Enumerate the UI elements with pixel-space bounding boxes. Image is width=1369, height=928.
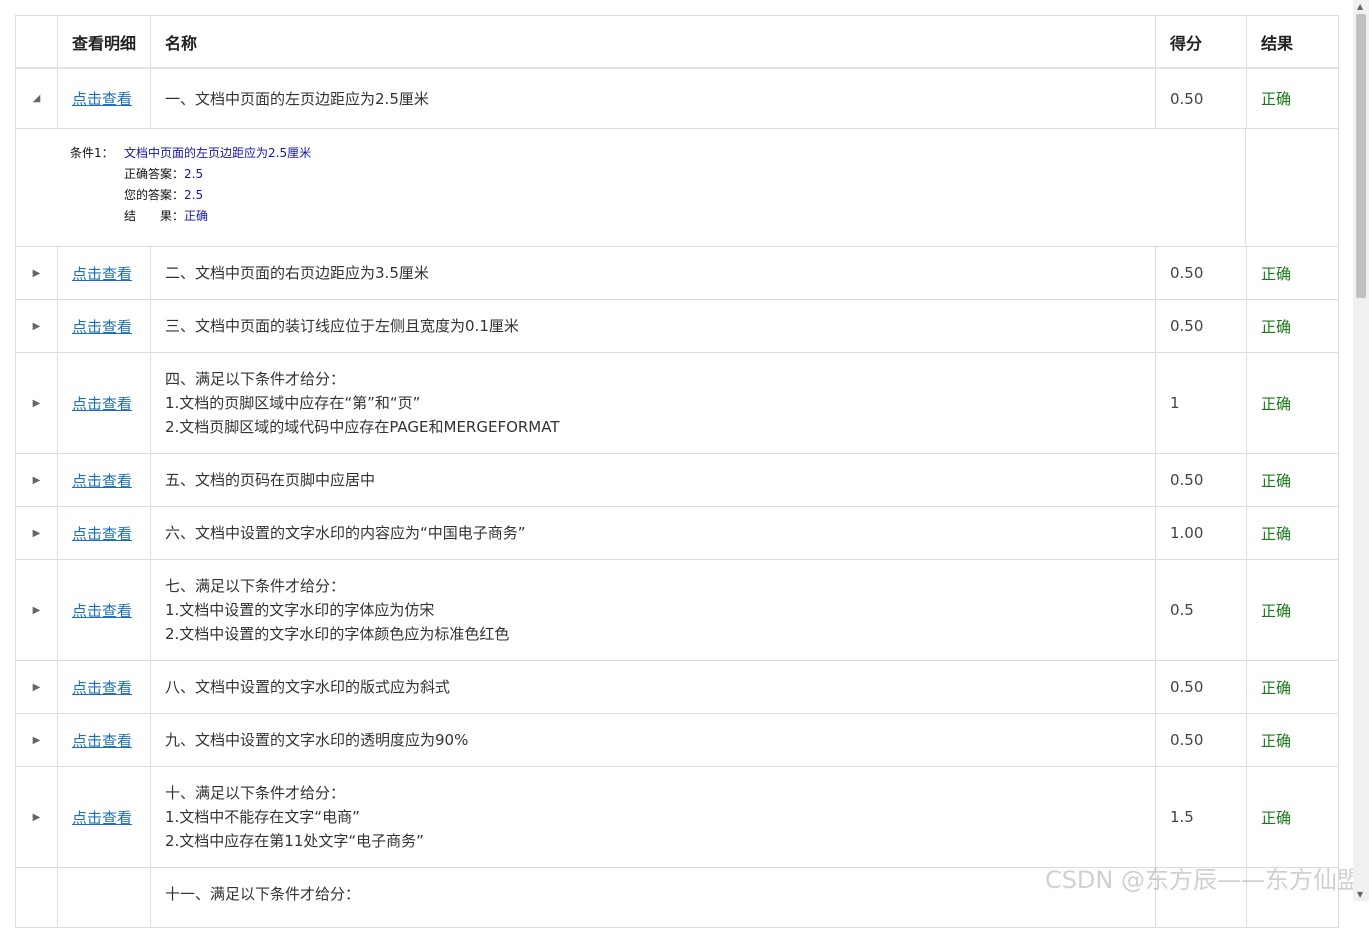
item-score: 0.50	[1156, 247, 1247, 299]
view-detail-link[interactable]	[58, 868, 151, 928]
expand-arrow-icon[interactable]: ◢	[16, 69, 58, 128]
item-name: 七、满足以下条件才给分： 1.文档中设置的文字水印的字体应为仿宋 2.文档中设置…	[151, 560, 1156, 660]
correct-answer: 正确答案：2.5	[124, 167, 204, 181]
item-result: 正确	[1247, 661, 1339, 713]
item-result: 正确	[1247, 247, 1339, 299]
table-row: ▶ 点击查看 八、文档中设置的文字水印的版式应为斜式 0.50 正确	[16, 661, 1339, 714]
table-row: ▶ 点击查看 十、满足以下条件才给分： 1.文档中不能存在文字“电商” 2.文档…	[16, 767, 1339, 868]
item-score: 1	[1156, 353, 1247, 453]
item-score: 0.50	[1156, 69, 1247, 128]
scroll-up-arrow-icon[interactable]: ▲	[1357, 2, 1363, 11]
item-score: 0.50	[1156, 300, 1247, 352]
expand-arrow-icon[interactable]: ▶	[16, 767, 58, 867]
csdn-watermark: CSDN @东方辰——东方仙盟	[1044, 866, 1361, 894]
view-detail-link[interactable]: 点击查看	[58, 507, 151, 559]
item-result: 正确	[1247, 300, 1339, 352]
table-row: ▶ 点击查看 二、文档中页面的右页边距应为3.5厘米 0.50 正确	[16, 247, 1339, 300]
detail-spacer	[1246, 129, 1339, 246]
expand-arrow-icon[interactable]: ▶	[16, 353, 58, 453]
view-detail-link[interactable]: 点击查看	[58, 69, 151, 128]
table-row: ▶ 点击查看 七、满足以下条件才给分： 1.文档中设置的文字水印的字体应为仿宋 …	[16, 560, 1339, 661]
item-name: 四、满足以下条件才给分： 1.文档的页脚区域中应存在“第”和“页” 2.文档页脚…	[151, 353, 1156, 453]
item-name: 一、文档中页面的左页边距应为2.5厘米	[151, 69, 1156, 128]
scrollbar-thumb[interactable]	[1356, 14, 1366, 298]
expand-arrow-icon[interactable]: ▶	[16, 300, 58, 352]
item-name: 十、满足以下条件才给分： 1.文档中不能存在文字“电商” 2.文档中应存在第11…	[151, 767, 1156, 867]
table-row: ▶ 点击查看 四、满足以下条件才给分： 1.文档的页脚区域中应存在“第”和“页”…	[16, 353, 1339, 454]
view-detail-link[interactable]: 点击查看	[58, 353, 151, 453]
item-name: 六、文档中设置的文字水印的内容应为“中国电子商务”	[151, 507, 1156, 559]
table-header: 查看明细 名称 得分 结果	[16, 16, 1339, 69]
item-name: 五、文档的页码在页脚中应居中	[151, 454, 1156, 506]
view-detail-link[interactable]: 点击查看	[58, 560, 151, 660]
detail-content: 条件1： 文档中页面的左页边距应为2.5厘米 正确答案：2.5 您的答案：2.5…	[16, 129, 1247, 246]
your-answer: 您的答案：2.5	[124, 188, 204, 202]
item-result: 正确	[1247, 353, 1339, 453]
table-row: ▶ 点击查看 三、文档中页面的装订线应位于左侧且宽度为0.1厘米 0.50 正确	[16, 300, 1339, 353]
item-name: 八、文档中设置的文字水印的版式应为斜式	[151, 661, 1156, 713]
view-detail-link[interactable]: 点击查看	[58, 714, 151, 766]
expand-arrow-icon[interactable]: ▶	[16, 560, 58, 660]
header-name: 名称	[151, 16, 1156, 69]
item-result: 正确	[1247, 507, 1339, 559]
table-row: ▶ 点击查看 五、文档的页码在页脚中应居中 0.50 正确	[16, 454, 1339, 507]
item-score: 0.50	[1156, 454, 1247, 506]
condition-text: 文档中页面的左页边距应为2.5厘米	[124, 146, 312, 160]
expand-arrow-icon[interactable]: ▶	[16, 714, 58, 766]
view-detail-link[interactable]: 点击查看	[58, 247, 151, 299]
item-name: 二、文档中页面的右页边距应为3.5厘米	[151, 247, 1156, 299]
header-result: 结果	[1247, 16, 1339, 69]
item-result: 正确	[1247, 767, 1339, 867]
item-result: 正确	[1247, 454, 1339, 506]
item-score: 0.50	[1156, 661, 1247, 713]
header-score: 得分	[1156, 16, 1247, 69]
grading-table: 查看明细 名称 得分 结果 ◢ 点击查看 一、文档中页面的左页边距应为2.5厘米…	[15, 15, 1339, 928]
header-expand	[16, 16, 58, 69]
expand-arrow-icon[interactable]: ▶	[16, 661, 58, 713]
item-result: 正确	[1247, 69, 1339, 128]
condition-label: 条件1：	[70, 146, 114, 160]
vertical-scrollbar[interactable]: ▲ ▼	[1353, 0, 1369, 901]
expand-arrow-icon[interactable]: ▶	[16, 247, 58, 299]
header-detail: 查看明细	[58, 16, 151, 69]
table-row: ▶ 点击查看 九、文档中设置的文字水印的透明度应为90% 0.50 正确	[16, 714, 1339, 767]
condition-result: 结 果：正确	[124, 209, 209, 223]
expand-arrow-icon[interactable]: ▶	[16, 507, 58, 559]
item-result: 正确	[1247, 560, 1339, 660]
item-score: 0.50	[1156, 714, 1247, 766]
item-score: 1.5	[1156, 767, 1247, 867]
expand-arrow-icon[interactable]: ▶	[16, 454, 58, 506]
view-detail-link[interactable]: 点击查看	[58, 661, 151, 713]
view-detail-link[interactable]: 点击查看	[58, 454, 151, 506]
item-score: 0.5	[1156, 560, 1247, 660]
item-name: 三、文档中页面的装订线应位于左侧且宽度为0.1厘米	[151, 300, 1156, 352]
view-detail-link[interactable]: 点击查看	[58, 767, 151, 867]
detail-panel: 条件1： 文档中页面的左页边距应为2.5厘米 正确答案：2.5 您的答案：2.5…	[16, 129, 1339, 247]
scroll-down-arrow-icon[interactable]: ▼	[1357, 890, 1363, 899]
item-score: 1.00	[1156, 507, 1247, 559]
table-row: ▶ 点击查看 六、文档中设置的文字水印的内容应为“中国电子商务” 1.00 正确	[16, 507, 1339, 560]
expand-arrow-icon[interactable]	[16, 868, 58, 928]
table-row: ◢ 点击查看 一、文档中页面的左页边距应为2.5厘米 0.50 正确	[16, 69, 1339, 129]
view-detail-link[interactable]: 点击查看	[58, 300, 151, 352]
item-name: 九、文档中设置的文字水印的透明度应为90%	[151, 714, 1156, 766]
item-name: 十一、满足以下条件才给分：	[151, 868, 1156, 928]
item-result: 正确	[1247, 714, 1339, 766]
